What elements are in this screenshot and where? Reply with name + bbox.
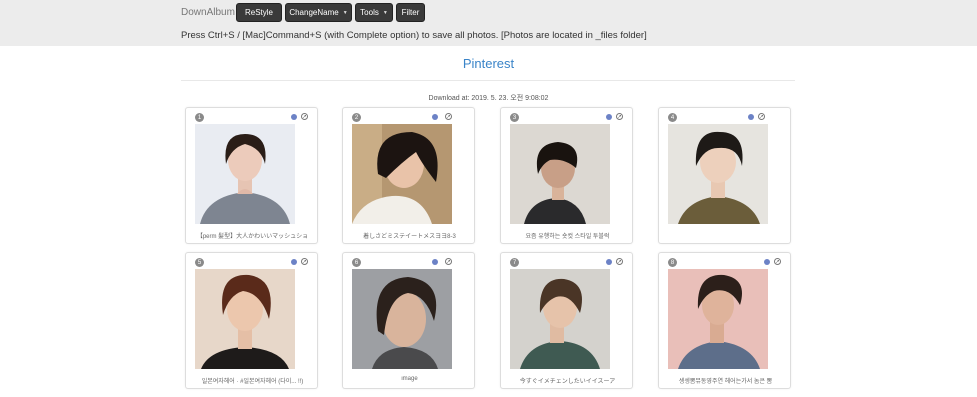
card-number-badge: 5 (195, 258, 204, 267)
card-number-badge: 3 (510, 113, 519, 122)
tools-button[interactable]: Tools ▼ (355, 3, 393, 22)
status-dot-icon[interactable] (764, 259, 770, 265)
photo-card: 1 ↗ 【perm 髪型】大人かわいいマッシュショ (185, 107, 318, 244)
share-icon[interactable]: ↗ (445, 113, 452, 120)
photo-card: 3 ↗ 요즘 유행하는 숏컷 스타일 투블럭 (500, 107, 633, 244)
filter-button[interactable]: Filter (396, 3, 425, 22)
save-hint-text: Press Ctrl+S / [Mac]Command+S (with Comp… (181, 30, 647, 41)
top-toolbar: DownAlbum ReStyle ChangeName ▼ Tools ▼ Fil… (0, 0, 977, 46)
photo-image[interactable] (352, 269, 452, 369)
card-number-badge: 1 (195, 113, 204, 122)
photo-card: 8 ↗ 셍셍뽐뮤동영주연 헤어는가서 놈은 뽐 (658, 252, 791, 389)
photo-caption: 일본여자헤어 · #일본여자헤어 (다이... !!) (201, 379, 304, 385)
changename-button[interactable]: ChangeName ▼ (285, 3, 352, 22)
photo-caption: 요즘 유행하는 숏컷 스타일 투블럭 (525, 234, 610, 240)
photo-card: 7 ↗ 今すぐイメチェンしたいイイスーア (500, 252, 633, 389)
photo-image[interactable] (668, 124, 768, 224)
page-title[interactable]: Pinterest (0, 56, 977, 71)
photo-caption: 着しさどミステイートメスヨヨ8-3 (363, 234, 456, 240)
card-number-badge: 4 (668, 113, 677, 122)
share-icon[interactable]: ↗ (774, 258, 781, 265)
photo-image[interactable] (352, 124, 452, 224)
status-dot-icon[interactable] (291, 259, 297, 265)
chevron-down-icon: ▼ (382, 9, 388, 16)
brand-label: DownAlbum (181, 7, 235, 18)
share-icon[interactable]: ↗ (301, 258, 308, 265)
restyle-button[interactable]: ReStyle (236, 3, 282, 22)
photo-card: 5 ↗ 일본여자헤어 · #일본여자헤어 (다이... !!) (185, 252, 318, 389)
share-icon[interactable]: ↗ (616, 258, 623, 265)
photo-image[interactable] (668, 269, 768, 369)
card-number-badge: 7 (510, 258, 519, 267)
photo-caption: image (401, 376, 418, 382)
chevron-down-icon: ▼ (342, 9, 348, 16)
status-dot-icon[interactable] (606, 259, 612, 265)
photo-caption: 今すぐイメチェンしたいイイスーア (519, 379, 616, 385)
share-icon[interactable]: ↗ (616, 113, 623, 120)
photo-card: 2 ↗ 着しさどミステイートメスヨヨ8-3 (342, 107, 475, 244)
card-number-badge: 8 (668, 258, 677, 267)
photo-caption: 셍셍뽐뮤동영주연 헤어는가서 놈은 뽐 (678, 379, 773, 385)
share-icon[interactable]: ↗ (758, 113, 765, 120)
photo-caption: 【perm 髪型】大人かわいいマッシュショ (196, 234, 309, 240)
status-dot-icon[interactable] (606, 114, 612, 120)
download-timestamp: Download at: 2019. 5. 23. 오전 9:08:02 (428, 95, 549, 102)
status-dot-icon[interactable] (432, 259, 438, 265)
photo-image[interactable] (510, 124, 610, 224)
divider (181, 80, 795, 81)
photo-image[interactable] (510, 269, 610, 369)
status-dot-icon[interactable] (748, 114, 754, 120)
photo-image[interactable] (195, 124, 295, 224)
card-number-badge: 6 (352, 258, 361, 267)
card-number-badge: 2 (352, 113, 361, 122)
photo-image[interactable] (195, 269, 295, 369)
photo-card: 4 ↗ (658, 107, 791, 244)
status-dot-icon[interactable] (432, 114, 438, 120)
status-dot-icon[interactable] (291, 114, 297, 120)
share-icon[interactable]: ↗ (445, 258, 452, 265)
share-icon[interactable]: ↗ (301, 113, 308, 120)
photo-card: 6 ↗ image (342, 252, 475, 389)
